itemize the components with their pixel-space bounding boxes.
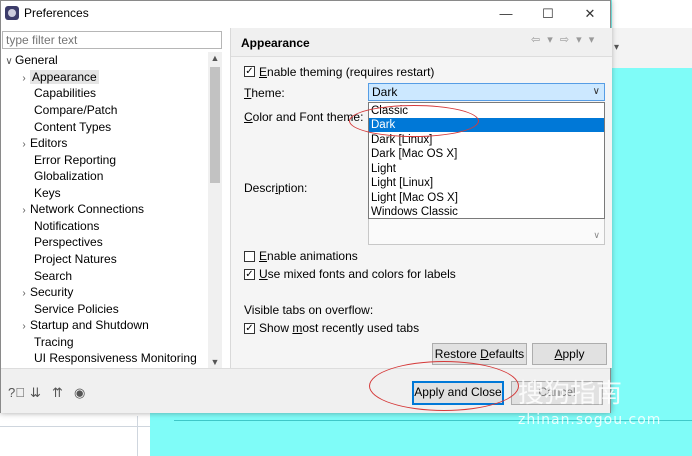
mixed-fonts-label: Use mixed fonts and colors for labels (259, 267, 456, 281)
visible-tabs-label: Visible tabs on overflow: (244, 303, 374, 317)
tree-item-label: Network Connections (30, 202, 145, 216)
theme-option-light-mac[interactable]: Light [Mac OS X] (369, 191, 604, 205)
tree-item-keys[interactable]: Keys (34, 185, 61, 201)
tree-item-general[interactable]: ∨ General (3, 52, 58, 70)
tree-item-security[interactable]: › Security (18, 284, 73, 300)
tree-item-appearance[interactable]: › Appearance (18, 69, 99, 85)
tree-item-error-reporting[interactable]: Error Reporting (34, 152, 116, 168)
tree-item-startup-shutdown[interactable]: › Startup and Shutdown (18, 317, 149, 335)
show-recent-tabs-label: Show most recently used tabs (259, 321, 420, 335)
tree-item-globalization[interactable]: Globalization (34, 168, 103, 184)
tree-item-capabilities[interactable]: Capabilities (34, 85, 96, 101)
chevron-down-icon[interactable]: ∨ (593, 84, 600, 100)
tree-item-service-policies[interactable]: Service Policies (34, 301, 119, 317)
background-toolbar (612, 28, 692, 68)
close-button[interactable]: ✕ (570, 3, 610, 25)
theme-option-windows-classic[interactable]: Windows Classic (369, 205, 604, 219)
chevron-down-icon: ▾ (614, 42, 620, 53)
tree-item-search[interactable]: Search (34, 268, 72, 284)
tree-item-label: Security (30, 285, 74, 299)
tree-item-project-natures[interactable]: Project Natures (34, 251, 117, 267)
mixed-fonts-checkbox[interactable]: ✓ (244, 269, 255, 280)
theme-label: Theme: (244, 86, 285, 100)
tree-item-content-types[interactable]: Content Types (34, 119, 111, 135)
apply-button[interactable]: Apply (532, 343, 607, 365)
chevron-right-icon[interactable]: › (18, 203, 30, 219)
background-divider (0, 426, 150, 427)
theme-select[interactable]: Dark ∨ (368, 83, 605, 101)
import-icon[interactable]: ⇊ (30, 385, 41, 401)
enable-animations-checkbox[interactable] (244, 251, 255, 262)
annotation-ellipse-dark (349, 105, 479, 137)
page-title: Appearance (241, 36, 310, 50)
theme-option-light[interactable]: Light (369, 162, 604, 176)
chevron-down-icon[interactable]: ∨ (3, 54, 15, 70)
window-title: Preferences (24, 6, 89, 20)
pane-header: Appearance ⇦ ▾ ⇨ ▾ ▾ (231, 28, 612, 57)
tree-item-compare-patch[interactable]: Compare/Patch (34, 102, 117, 118)
chevron-right-icon[interactable]: › (18, 319, 30, 335)
title-bar: Preferences — ☐ ✕ (1, 1, 610, 27)
minimize-button[interactable]: — (486, 3, 526, 25)
color-font-theme-label: Color and Font theme: (244, 110, 364, 124)
help-icon[interactable]: ?⃝ (8, 385, 25, 400)
chevron-right-icon[interactable]: › (18, 71, 30, 87)
theme-select-value: Dark (372, 85, 398, 99)
preferences-tree: ∨ General › Appearance Capabilities Compar… (1, 52, 208, 368)
tree-item-perspectives[interactable]: Perspectives (34, 234, 103, 250)
tree-item-tracing[interactable]: Tracing (34, 334, 74, 350)
filter-input[interactable] (2, 31, 222, 49)
tree-item-label: Appearance (30, 70, 99, 84)
scroll-up-arrow-icon[interactable]: ▲ (208, 53, 222, 63)
watermark-logo: 搜狗指南 (518, 379, 623, 409)
history-nav-controls[interactable]: ⇦ ▾ ⇨ ▾ ▾ (531, 33, 596, 46)
preferences-dialog: Preferences — ☐ ✕ ∨General ›Appearance C… (0, 0, 612, 413)
tree-item-network-connections[interactable]: › Network Connections (18, 201, 144, 217)
tree-scrollbar[interactable]: ▲ ▼ (208, 52, 222, 368)
eclipse-app-icon (5, 6, 19, 20)
chevron-right-icon[interactable]: › (18, 137, 30, 153)
description-label: Description: (244, 181, 308, 195)
theme-option-light-linux[interactable]: Light [Linux] (369, 176, 604, 190)
maximize-button[interactable]: ☐ (528, 3, 568, 25)
theme-option-dark-mac[interactable]: Dark [Mac OS X] (369, 147, 604, 161)
record-icon[interactable]: ◉ (74, 385, 85, 401)
tree-item-label: Startup and Shutdown (30, 318, 149, 332)
enable-animations-label: Enable animations (259, 249, 358, 263)
scrollbar-thumb[interactable] (210, 67, 220, 183)
scroll-down-arrow-icon[interactable]: ∨ (593, 230, 600, 241)
watermark-url: zhinan.sogou.com (518, 412, 662, 428)
enable-theming-label: Enable theming (requires restart) (259, 65, 435, 79)
annotation-ellipse-apply (369, 361, 519, 411)
tree-item-editors[interactable]: › Editors (18, 135, 67, 151)
chevron-right-icon[interactable]: › (18, 286, 30, 302)
description-box: ∨ (368, 219, 605, 245)
tree-item-label: Editors (30, 136, 68, 150)
tree-item-label: General (15, 53, 58, 67)
background-window-strip (612, 0, 692, 28)
scroll-down-arrow-icon[interactable]: ▼ (208, 357, 222, 367)
tree-item-ui-responsiveness[interactable]: UI Responsiveness Monitoring (34, 350, 197, 366)
background-divider-vertical (137, 416, 138, 456)
enable-theming-checkbox[interactable]: ✓ (244, 66, 255, 77)
export-icon[interactable]: ⇈ (52, 385, 63, 401)
show-recent-tabs-checkbox[interactable]: ✓ (244, 323, 255, 334)
tree-item-notifications[interactable]: Notifications (34, 218, 99, 234)
